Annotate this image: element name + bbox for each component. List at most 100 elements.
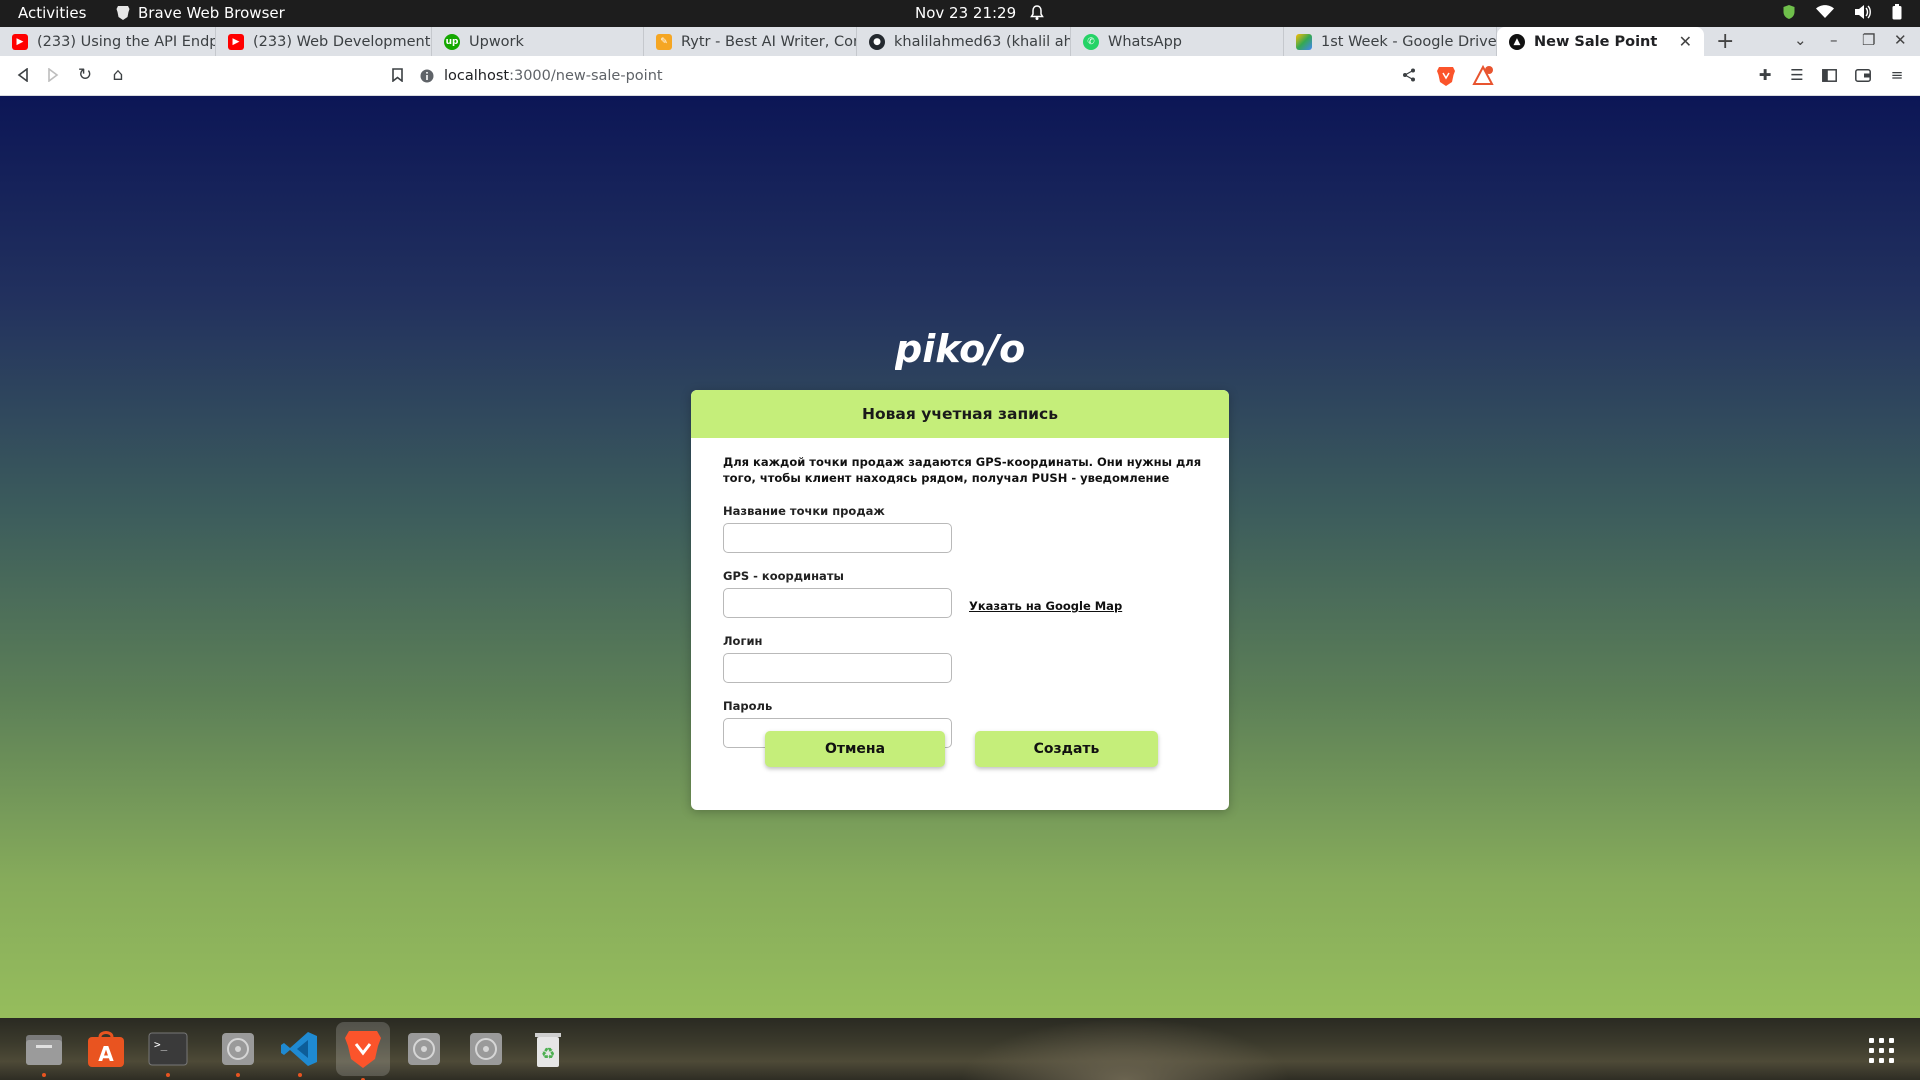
tab-item[interactable]: ✎ Rytr - Best AI Writer, Cont (644, 27, 857, 56)
playlist-icon[interactable]: ☰ (1788, 66, 1806, 84)
running-indicator (236, 1073, 240, 1077)
gps-input[interactable] (723, 588, 952, 618)
new-account-card: Новая учетная запись Для каждой точки пр… (691, 390, 1229, 810)
tab-title: khalilahmed63 (khalil ahm (894, 33, 1071, 50)
vscode-icon[interactable] (278, 1027, 322, 1077)
show-applications-icon[interactable] (1869, 1038, 1894, 1063)
disk-icon[interactable] (216, 1027, 260, 1077)
tab-title: Upwork (469, 33, 524, 50)
upwork-icon: up (444, 33, 460, 50)
piko-logo: piko/o (894, 324, 1030, 376)
terminal-icon[interactable]: >_ (146, 1027, 190, 1077)
gps-description: Для каждой точки продаж задаются GPS-коо… (723, 455, 1202, 485)
volume-icon (1854, 4, 1872, 20)
tab-search-chevron-icon[interactable]: ⌄ (1794, 31, 1807, 49)
files-icon[interactable] (22, 1027, 66, 1077)
github-icon: ● (869, 33, 885, 50)
tab-title: (233) Using the API Endpo (37, 33, 216, 50)
rytr-icon: ✎ (656, 33, 672, 50)
login-input[interactable] (723, 653, 952, 683)
tab-title: WhatsApp (1108, 33, 1182, 50)
brave-shields-icon[interactable] (1436, 65, 1456, 87)
page-icon: ▲ (1509, 33, 1525, 50)
bookmark-icon[interactable] (386, 64, 408, 86)
brave-rewards-icon[interactable] (1472, 64, 1494, 87)
clock-label: Nov 23 21:29 (915, 4, 1017, 22)
tab-title: (233) Web Development T (253, 33, 432, 50)
app-name-label: Brave Web Browser (138, 4, 285, 22)
brave-lion-icon (116, 5, 130, 21)
site-info-icon[interactable] (420, 69, 434, 83)
running-indicator (166, 1073, 170, 1077)
page-viewport: piko/o Новая учетная запись Для каждой т… (0, 96, 1920, 1018)
new-tab-button[interactable]: + (1716, 29, 1734, 54)
tab-item[interactable]: ▶ (233) Using the API Endpo (0, 27, 216, 56)
battery-icon (1892, 4, 1902, 20)
wifi-icon (1816, 5, 1834, 19)
youtube-icon: ▶ (12, 33, 28, 50)
svg-text:A: A (98, 1042, 114, 1066)
notification-bell-icon (1030, 5, 1044, 21)
whatsapp-icon: ✆ (1083, 33, 1099, 50)
tab-item[interactable]: ▶ (233) Web Development T (216, 27, 432, 56)
system-tray[interactable] (1782, 4, 1902, 20)
dock: A >_ ♻ (0, 1018, 1920, 1080)
close-window-icon[interactable]: ✕ (1894, 31, 1907, 49)
sale-point-name-label: Название точки продаж (723, 504, 885, 518)
tab-item[interactable]: ✆ WhatsApp (1071, 27, 1284, 56)
browser-toolbar: ↻ ⌂ localhost:3000/new-sale-point ✚ ☰ ≡ (0, 56, 1920, 96)
google-drive-icon (1296, 33, 1312, 50)
system-top-bar: Activities Brave Web Browser Nov 23 21:2… (0, 0, 1920, 27)
sale-point-name-input[interactable] (723, 523, 952, 553)
brave-icon[interactable] (336, 1022, 390, 1080)
disk-icon[interactable] (402, 1027, 446, 1071)
tab-item[interactable]: 1st Week - Google Drive (1284, 27, 1497, 56)
activities-button[interactable]: Activities (18, 4, 86, 22)
svg-text:♻: ♻ (541, 1044, 555, 1063)
shield-icon (1782, 4, 1796, 20)
clock[interactable]: Nov 23 21:29 (915, 4, 1044, 22)
extensions-icon[interactable]: ✚ (1756, 66, 1774, 84)
card-title: Новая учетная запись (691, 390, 1229, 438)
minimize-window-icon[interactable]: – (1830, 31, 1838, 49)
tab-item[interactable]: ● khalilahmed63 (khalil ahm (857, 27, 1071, 56)
trash-icon[interactable]: ♻ (526, 1027, 570, 1071)
close-tab-icon[interactable]: ✕ (1679, 32, 1692, 51)
back-icon[interactable] (12, 64, 34, 86)
google-map-link[interactable]: Указать на Google Map (969, 599, 1122, 613)
logo-text: piko/o (895, 327, 1025, 371)
gps-row: Указать на Google Map (723, 588, 1197, 618)
tab-title: Rytr - Best AI Writer, Cont (681, 33, 857, 50)
tab-item-active[interactable]: ▲ New Sale Point ✕ (1497, 27, 1704, 56)
tab-strip: ▶ (233) Using the API Endpo ▶ (233) Web … (0, 27, 1920, 56)
wallet-icon[interactable] (1854, 66, 1872, 84)
home-icon[interactable]: ⌂ (107, 64, 129, 86)
tab-title: 1st Week - Google Drive (1321, 33, 1497, 50)
running-indicator (298, 1073, 302, 1077)
form-buttons: Отмена Создать (765, 731, 1158, 767)
app-menu[interactable]: Brave Web Browser (116, 4, 285, 22)
password-label: Пароль (723, 699, 773, 713)
software-store-icon[interactable]: A (84, 1027, 128, 1071)
create-button[interactable]: Создать (975, 731, 1158, 767)
running-indicator (42, 1073, 46, 1077)
url-path: :3000/new-sale-point (509, 68, 663, 84)
svg-text:>_: >_ (154, 1038, 168, 1051)
menu-icon[interactable]: ≡ (1888, 66, 1906, 84)
tab-title: New Sale Point (1534, 33, 1658, 50)
tab-item[interactable]: up Upwork (432, 27, 644, 56)
card-body: Для каждой точки продаж задаются GPS-коо… (691, 438, 1229, 748)
cancel-button[interactable]: Отмена (765, 731, 945, 767)
url-bar[interactable]: localhost:3000/new-sale-point (420, 61, 1500, 91)
login-label: Логин (723, 634, 763, 648)
youtube-icon: ▶ (228, 33, 244, 50)
url-host: localhost (444, 68, 510, 84)
sidebar-icon[interactable] (1820, 66, 1838, 84)
restore-window-icon[interactable]: ❐ (1862, 31, 1875, 49)
disk-icon[interactable] (464, 1027, 508, 1071)
share-icon[interactable] (1400, 66, 1418, 84)
forward-icon[interactable] (42, 64, 64, 86)
url-text: localhost:3000/new-sale-point (444, 68, 663, 84)
wallpaper-path (960, 1018, 1290, 1080)
reload-icon[interactable]: ↻ (74, 64, 96, 86)
